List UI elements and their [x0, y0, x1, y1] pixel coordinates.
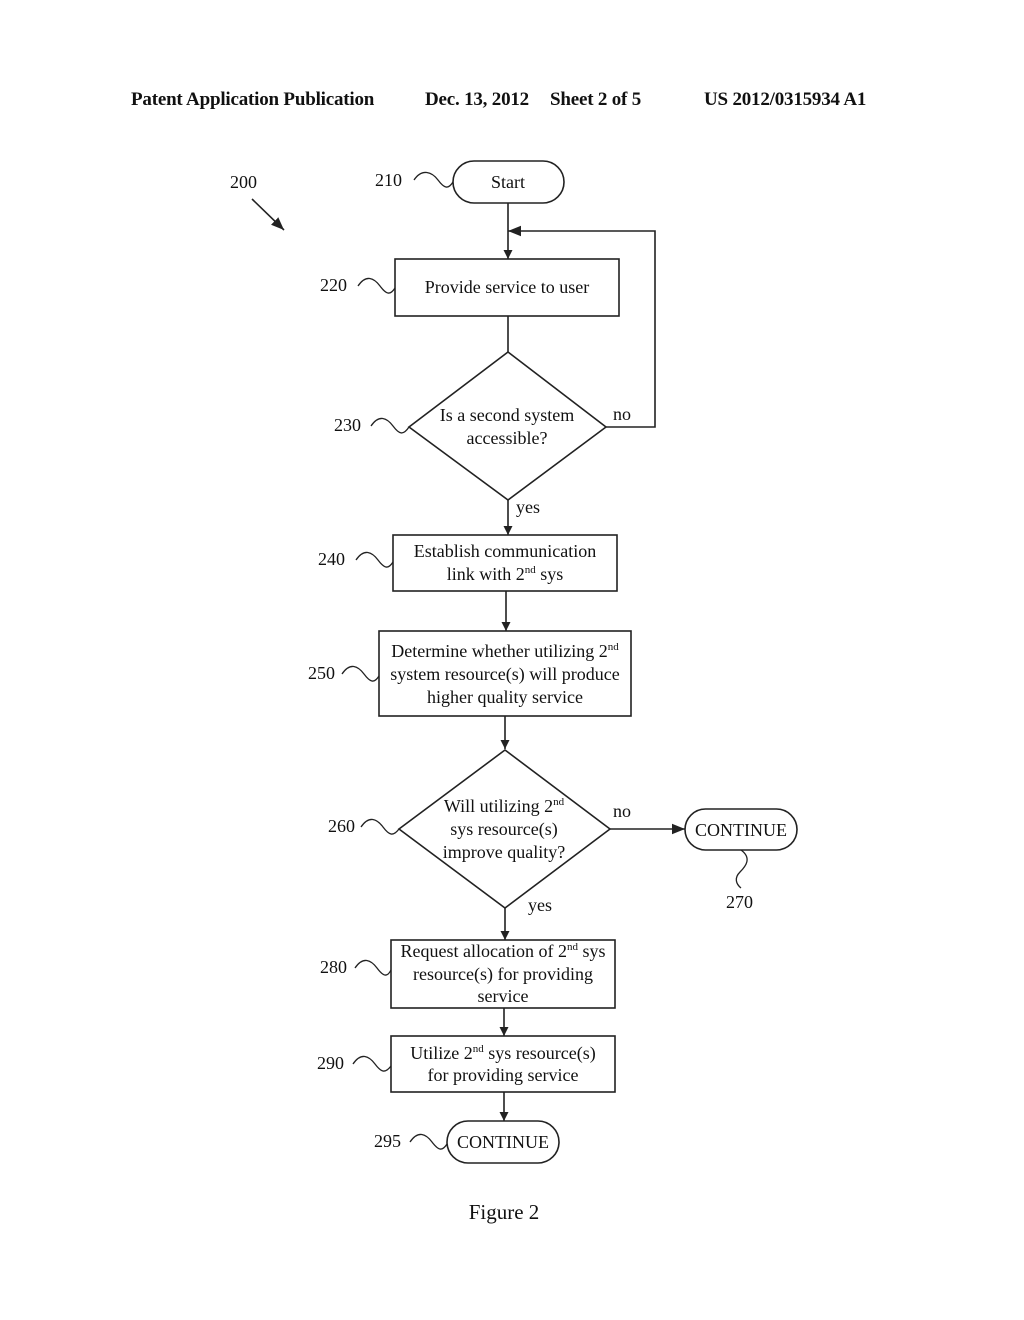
improve-line3: improve quality?	[443, 842, 565, 862]
establish-line2: link with 2nd sys	[447, 564, 564, 584]
determine-line2: system resource(s) will produce	[390, 664, 619, 685]
utilize-line1: Utilize 2nd sys resource(s)	[410, 1043, 595, 1064]
start-label: Start	[491, 172, 525, 192]
ref-210: 210	[375, 170, 402, 190]
establish-line1: Establish communication	[414, 541, 596, 561]
improve-line1: Will utilizing 2nd	[444, 796, 565, 816]
request-line2: resource(s) for providing	[413, 964, 593, 985]
figure-caption: Figure 2	[469, 1200, 540, 1224]
accessible-line2: accessible?	[467, 428, 548, 448]
ref-220: 220	[320, 275, 347, 295]
accessible-decision	[407, 350, 608, 501]
leader-220	[357, 277, 396, 294]
continue-270-label: CONTINUE	[695, 820, 787, 840]
figure-ref-200: 200	[230, 172, 257, 192]
leader-210	[413, 171, 454, 188]
ref-230: 230	[334, 415, 361, 435]
ref-270: 270	[726, 892, 753, 912]
ref-280: 280	[320, 957, 347, 977]
leader-270	[735, 849, 748, 889]
accessible-no-label: no	[613, 404, 631, 424]
utilize-line2: for providing service	[428, 1065, 579, 1085]
leader-260	[360, 818, 400, 835]
request-line3: service	[478, 986, 529, 1006]
ref-295: 295	[374, 1131, 401, 1151]
leader-280	[354, 959, 392, 976]
leader-240	[355, 551, 394, 568]
improve-line2: sys resource(s)	[450, 819, 557, 840]
leader-250	[341, 665, 380, 682]
leader-290	[352, 1055, 392, 1072]
accessible-line1: Is a second system	[440, 405, 574, 425]
determine-line3: higher quality service	[427, 687, 583, 707]
leader-295	[409, 1133, 448, 1150]
ref-250: 250	[308, 663, 335, 683]
ref-290: 290	[317, 1053, 344, 1073]
provide-service-label: Provide service to user	[425, 277, 589, 297]
continue-295-label: CONTINUE	[457, 1132, 549, 1152]
accessible-yes-label: yes	[516, 497, 540, 517]
leader-230	[370, 417, 410, 434]
ref-240: 240	[318, 549, 345, 569]
improve-yes-label: yes	[528, 895, 552, 915]
determine-line1: Determine whether utilizing 2nd	[391, 641, 619, 661]
ref-260: 260	[328, 816, 355, 836]
figure-ref-arrow	[251, 198, 285, 231]
improve-no-label: no	[613, 801, 631, 821]
flowchart: 200 210 Start 220 Provide service to use…	[230, 160, 798, 1224]
